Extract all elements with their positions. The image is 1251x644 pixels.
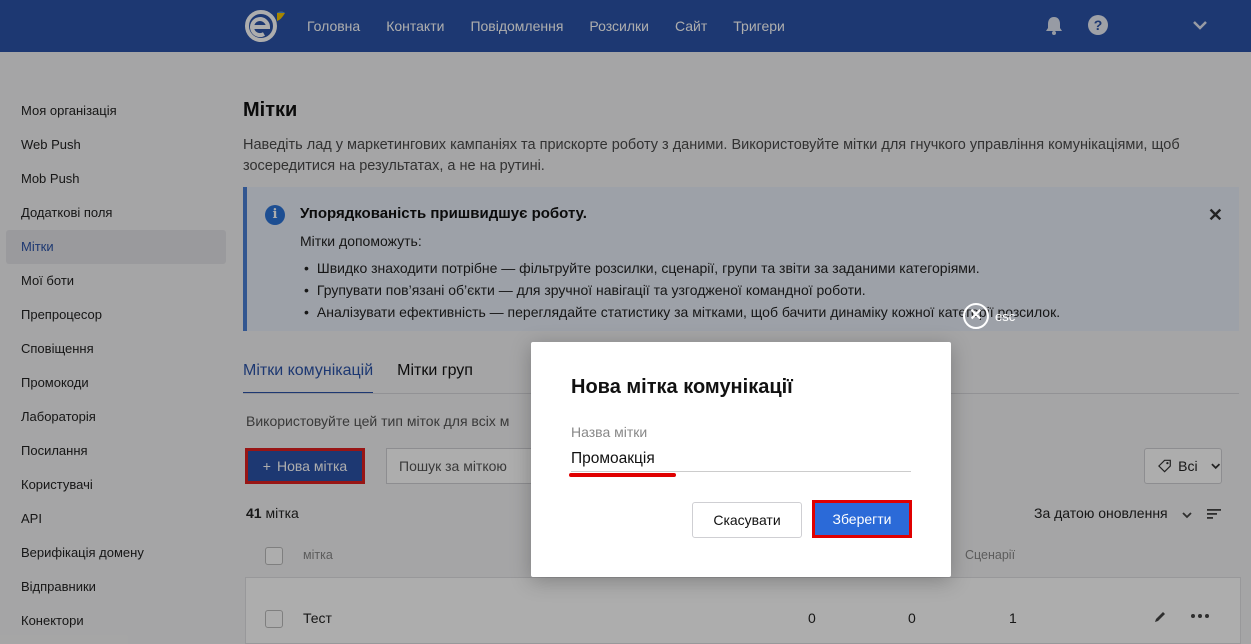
modal-title: Нова мітка комунікації: [571, 376, 793, 398]
close-icon[interactable]: ✕: [963, 303, 989, 329]
esc-label: esc: [995, 308, 1016, 324]
esc-close[interactable]: ✕ esc: [963, 303, 1015, 329]
tag-name-input[interactable]: [571, 446, 911, 472]
cancel-button[interactable]: Скасувати: [692, 502, 802, 538]
new-tag-modal: Нова мітка комунікації Назва мітки Скасу…: [531, 342, 951, 577]
highlight-underline: [569, 473, 676, 477]
save-button[interactable]: Зберегти: [812, 500, 912, 538]
tag-name-label: Назва мітки: [571, 424, 648, 440]
